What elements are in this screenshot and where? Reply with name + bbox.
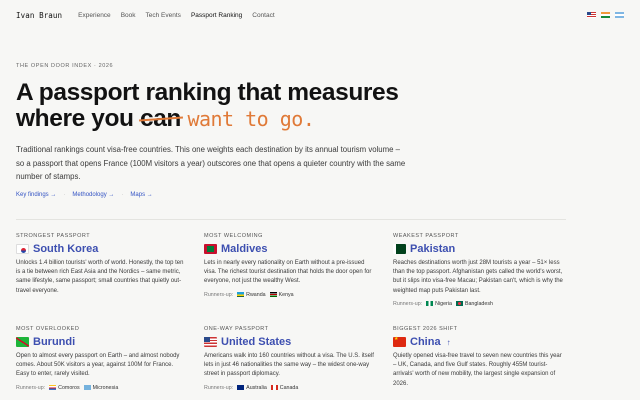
runner-name: Australia [246, 384, 267, 391]
country-link-pakistan[interactable]: Pakistan [410, 243, 455, 255]
card-description: Reaches destinations worth just 28M tour… [393, 260, 563, 294]
card-label: MOST OVERLOOKED [16, 326, 80, 332]
runners-up-label: Runners-up: [393, 300, 423, 307]
runners-up: Runners-up: Rwanda Kenya [204, 292, 376, 298]
country-link-china[interactable]: China [410, 336, 441, 348]
runner-comoros[interactable]: Comoros [49, 385, 80, 391]
card-most-welcoming: MOST WELCOMING Maldives Lets in nearly e… [204, 233, 376, 298]
nav-link-tech-events[interactable]: Tech Events [146, 12, 181, 19]
runner-micronesia[interactable]: Micronesia [83, 384, 119, 391]
runner-name: Rwanda [246, 291, 266, 298]
micronesia-flag-icon [83, 385, 91, 391]
nav-link-contact[interactable]: Contact [252, 12, 274, 19]
australia-flag-icon [237, 385, 245, 391]
runners-up-label: Runners-up: [204, 291, 234, 298]
maldives-flag-icon [204, 244, 217, 254]
language-switcher [587, 12, 624, 18]
india-flag-icon[interactable] [601, 12, 610, 18]
runners-up-label: Runners-up: [16, 384, 46, 391]
headline-line-2-prefix: where you [16, 105, 140, 132]
nav-link-experience[interactable]: Experience [78, 12, 111, 19]
headline-line-1: A passport ranking that measures [16, 79, 399, 106]
card-description: Unlocks 1.4 billion tourists' worth of w… [16, 260, 184, 294]
card-strongest-passport: STRONGEST PASSPORT South Korea Unlocks 1… [16, 233, 188, 296]
runner-name: Bangladesh [464, 300, 493, 307]
nav-link-passport-ranking[interactable]: Passport Ranking [191, 12, 242, 19]
headline-struck-word: can [139, 105, 182, 132]
card-label: STRONGEST PASSPORT [16, 233, 91, 239]
card-label: BIGGEST 2026 SHIFT [393, 326, 458, 332]
country-link-united-states[interactable]: United States [221, 336, 291, 348]
runner-kenya[interactable]: Kenya [269, 291, 294, 298]
nav-links: Experience Book Tech Events Passport Ran… [78, 12, 275, 19]
runner-name: Nigeria [435, 300, 452, 307]
brand-logo[interactable]: Ivan Braun [16, 11, 62, 20]
country-link-maldives[interactable]: Maldives [221, 243, 267, 255]
china-flag-icon [393, 336, 406, 347]
runner-australia[interactable]: Australia [237, 385, 267, 391]
burundi-flag-icon [16, 337, 29, 347]
maps-link[interactable]: Maps → [130, 192, 152, 198]
card-description: Open to almost every passport on Earth –… [16, 353, 180, 378]
headline-handwritten: want to go. [187, 107, 315, 131]
runners-up: Runners-up: Nigeria Bangladesh [393, 301, 565, 307]
runner-rwanda[interactable]: Rwanda [237, 291, 266, 298]
comoros-flag-icon [49, 385, 57, 391]
runner-name: Kenya [278, 291, 294, 298]
nav-link-book[interactable]: Book [121, 12, 136, 19]
runner-name: Micronesia [92, 384, 119, 391]
card-most-overlooked: MOST OVERLOOKED Burundi Open to almost e… [16, 326, 188, 391]
top-nav: Ivan Braun Experience Book Tech Events P… [0, 0, 640, 30]
runner-name: Comoros [58, 384, 80, 391]
country-link-burundi[interactable]: Burundi [33, 336, 75, 348]
pakistan-flag-icon [393, 244, 406, 254]
runners-up-label: Runners-up: [204, 384, 234, 391]
runners-up: Runners-up: Comoros Micronesia [16, 385, 188, 391]
card-weakest-passport: WEAKEST PASSPORT Pakistan Reaches destin… [393, 233, 565, 307]
page-title: A passport ranking that measures where y… [16, 80, 436, 132]
runner-bangladesh[interactable]: Bangladesh [455, 300, 493, 307]
intro-paragraph: Traditional rankings count visa-free cou… [16, 145, 406, 181]
link-separator: · [63, 192, 66, 198]
card-biggest-2026-shift: BIGGEST 2026 SHIFT China ↑ Quietly opene… [393, 326, 565, 389]
bangladesh-flag-icon [455, 301, 463, 307]
card-one-way-passport: ONE-WAY PASSPORT United States Americans… [204, 326, 376, 391]
canada-flag-icon [270, 385, 278, 391]
card-label: MOST WELCOMING [204, 233, 263, 239]
runner-nigeria[interactable]: Nigeria [426, 301, 452, 307]
methodology-link[interactable]: Methodology → [72, 192, 114, 198]
nigeria-flag-icon [426, 301, 434, 307]
card-description: Lets in nearly every nationality on Eart… [204, 260, 372, 285]
argentina-flag-icon[interactable] [615, 12, 624, 18]
us-flag-icon[interactable] [587, 12, 596, 18]
section-divider [16, 219, 566, 220]
runner-canada[interactable]: Canada [270, 384, 299, 391]
hero-links: Key findings → · Methodology → · Maps → [16, 192, 153, 198]
kenya-flag-icon [269, 292, 277, 298]
card-description: Americans walk into 160 countries withou… [204, 353, 374, 378]
runner-name: Canada [279, 384, 299, 391]
link-separator: · [121, 192, 124, 198]
rwanda-flag-icon [237, 292, 245, 298]
eyebrow: THE OPEN DOOR INDEX · 2026 [16, 63, 114, 69]
united-states-flag-icon [204, 337, 217, 347]
up-arrow-icon: ↑ [446, 337, 451, 347]
card-description: Quietly opened visa-free travel to seven… [393, 353, 562, 387]
runners-up: Runners-up: Australia Canada [204, 385, 376, 391]
card-label: ONE-WAY PASSPORT [204, 326, 269, 332]
country-link-south-korea[interactable]: South Korea [33, 243, 98, 255]
key-findings-link[interactable]: Key findings → [16, 192, 56, 198]
south-korea-flag-icon [16, 244, 29, 254]
card-label: WEAKEST PASSPORT [393, 233, 459, 239]
